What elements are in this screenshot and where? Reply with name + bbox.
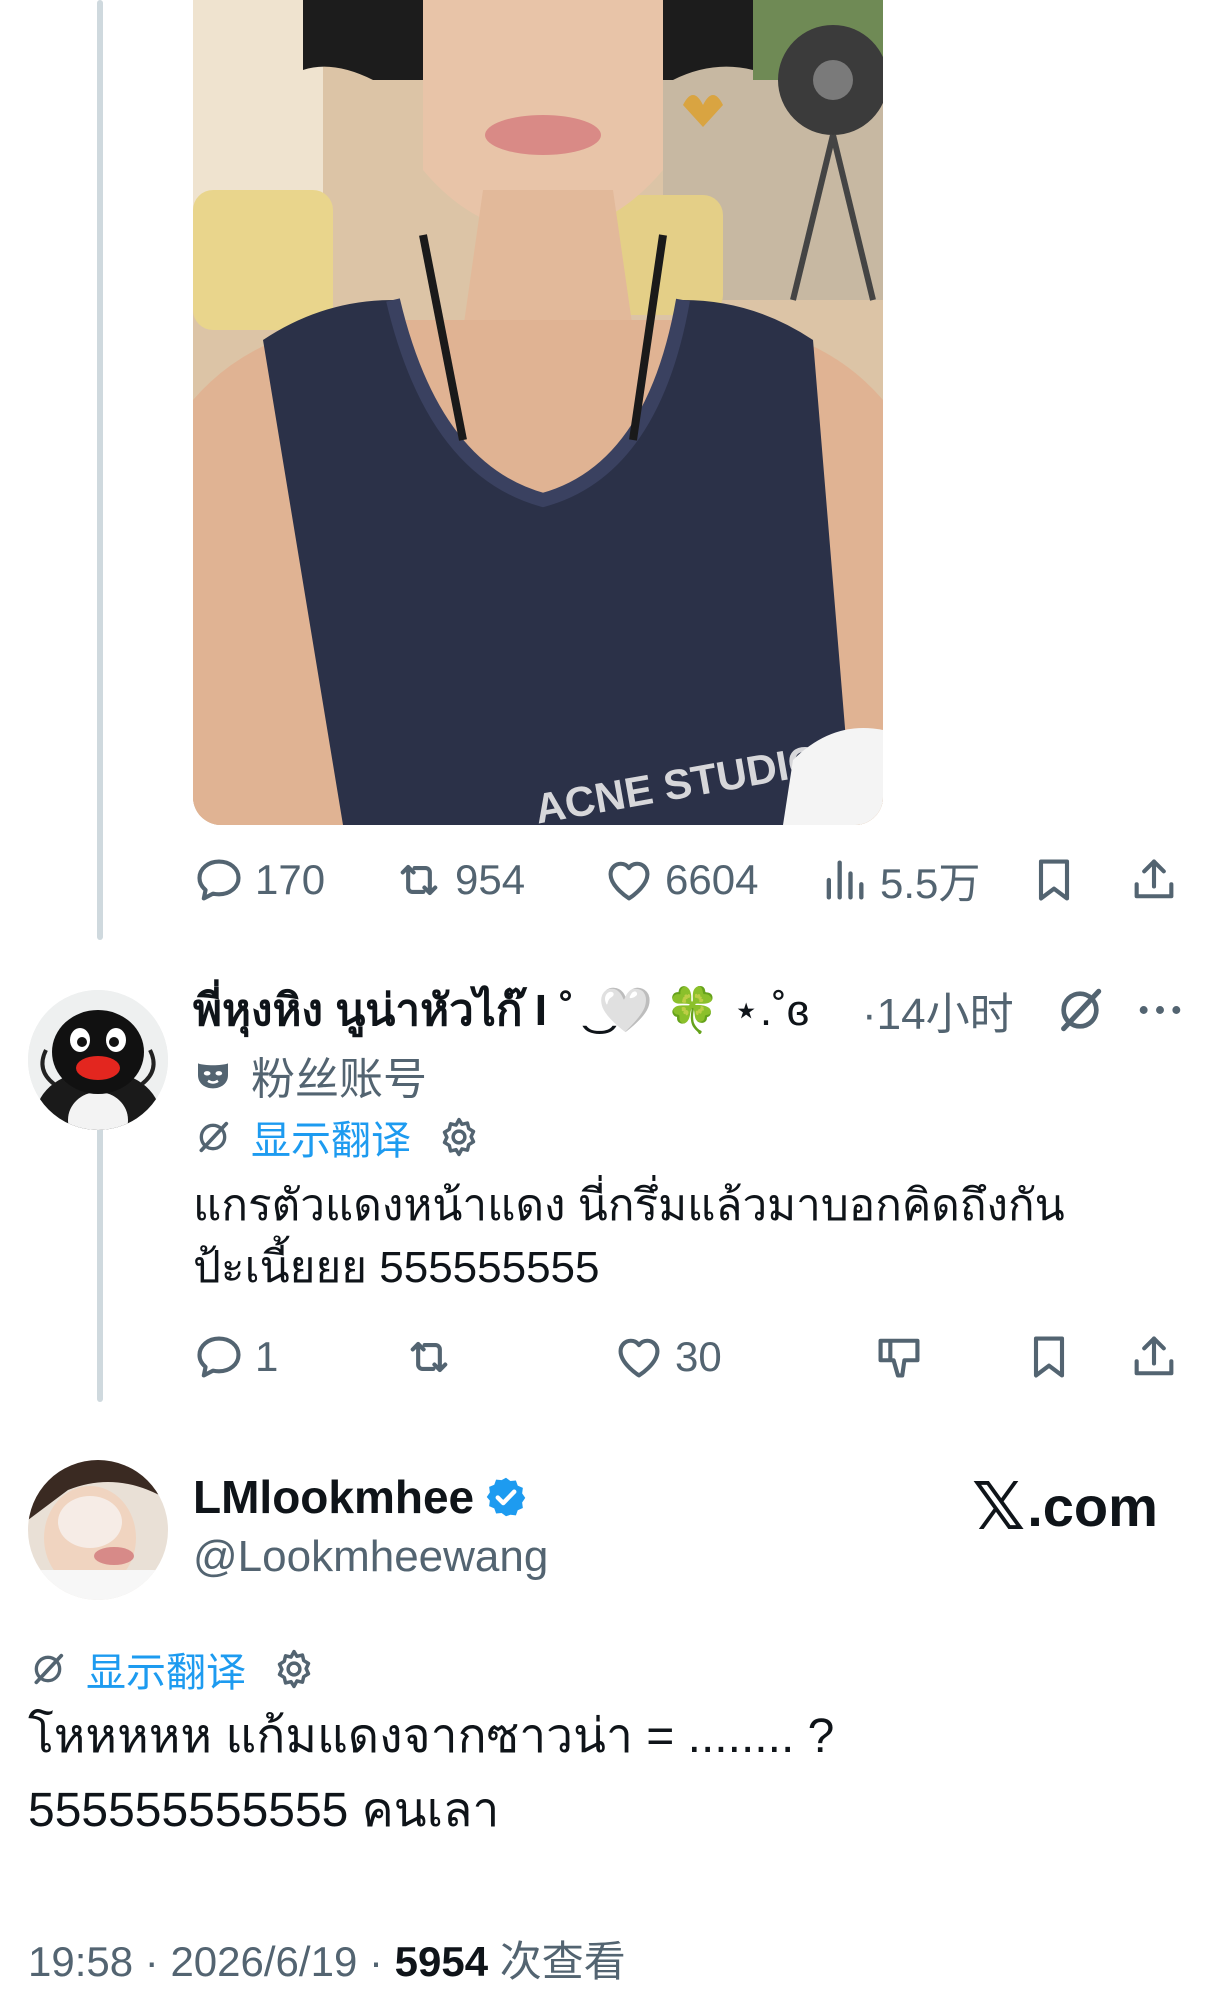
verified-badge-icon [486,1477,526,1517]
settings-gear-icon[interactable] [437,1115,481,1159]
x-brand-label: .com [1027,1475,1158,1538]
grok-slash-icon [199,1121,229,1153]
heart-icon [618,1338,660,1378]
share-icon [1134,859,1174,899]
reply-text: แกรตัวแดงหน้าแดง นี่กรึ่มแล้วมาบอกคิดถึง… [193,1175,1133,1299]
tweet-photo[interactable]: ACNE STUDIOS [193,0,883,825]
views-button[interactable]: 5.5万 [818,845,980,915]
view-count: 5.5万 [880,859,981,907]
main-text-line1: โหหหหห แก้มแดงจากซาวน่า = ........ ? [28,1710,835,1763]
share-button[interactable] [1128,845,1180,915]
retweet-button[interactable]: 954 [393,845,525,915]
main-translate-link[interactable]: 显示翻译 [86,1640,246,1698]
settings-gear-icon[interactable] [272,1647,316,1691]
author-name-text: LMlookmhee [193,1471,475,1523]
thread-line-reply [97,1110,103,1402]
reply-share-button[interactable] [1128,1322,1180,1392]
reply-icon [197,859,241,901]
reply-name-decoration: 🤍 🍀 ⋆.˚ɞ [598,986,810,1035]
like-button[interactable]: 6604 [603,845,758,915]
main-translate-row: 显示翻译 [28,1640,316,1698]
reply-like-button[interactable]: 30 [613,1322,722,1392]
tweet-date[interactable]: 2026/6/19 [170,1938,357,1985]
thread-line-top [97,0,103,940]
reply-display-name[interactable]: พี่หุงหิง นูน่าหัวไก๊ I ˚ ͜ 🤍 🍀 ⋆.˚ɞ [193,975,809,1045]
reply-action-bar: 1 30 [193,1322,1183,1392]
x-logo-icon: 𝕏 [972,1469,1026,1543]
reply-reply-count: 1 [255,1333,279,1380]
tweet-meta: 19:58 · 2026/6/19 · 5954 次查看 [28,1928,626,1989]
bookmark-icon [1038,859,1070,901]
reply-text-line1: แกรตัวแดงหน้าแดง นี่กรึ่มแล้วมาบอกคิดถึง… [193,1181,1065,1230]
reply-like-count: 30 [675,1333,722,1380]
author-display-name[interactable]: LMlookmhee [193,1470,528,1524]
reply-bookmark-button[interactable] [1023,1322,1075,1392]
fan-account-label: 粉丝账号 [251,1055,427,1104]
retweet-icon [410,1341,448,1373]
reply-time[interactable]: ·14小时 [862,978,1014,1042]
tweet-views-count: 5954 [394,1938,489,1985]
heart-icon [608,861,650,901]
tweet-time[interactable]: 19:58 [28,1938,133,1985]
views-chart-icon [826,860,864,900]
more-options-icon[interactable] [1132,982,1188,1038]
reply-text-line2: ป้ะเนี้ยยย 555555555 [193,1243,600,1292]
dislike-button[interactable] [873,1322,925,1392]
fan-account-badge: 粉丝账号 [193,1043,427,1107]
reply-reply-button[interactable]: 1 [193,1322,278,1392]
fan-mask-icon [198,1063,228,1089]
main-tweet-text: โหหหหห แก้มแดงจากซาวน่า = ........ ? 555… [28,1700,1178,1848]
grok-slash-icon [34,1653,64,1685]
tweet-views-label: 次查看 [499,1938,626,1985]
downvote-icon [878,1338,920,1378]
author-avatar[interactable] [28,1460,168,1600]
x-brand-watermark: 𝕏 .com [972,1468,1158,1545]
reply-count: 170 [255,856,326,903]
reply-icon [197,1336,241,1378]
reply-translate-link[interactable]: 显示翻译 [251,1108,411,1166]
reply-avatar[interactable] [28,990,168,1130]
retweet-icon [400,864,438,896]
main-text-line2: 555555555555 คนเลา [28,1784,500,1837]
meta-separator: · [144,1938,159,1985]
like-count: 6604 [665,856,759,903]
tweet-action-bar: 170 954 6604 5.5万 [193,845,1183,915]
reply-display-name-text: พี่หุงหิง นูน่าหัวไก๊ I ˚ ͜ [193,986,587,1035]
bookmark-icon [1033,1336,1065,1378]
reply-button[interactable]: 170 [193,845,325,915]
meta-separator: · [368,1938,383,1985]
grok-slash-icon[interactable] [1052,982,1108,1038]
retweet-count: 954 [455,856,526,903]
reply-retweet-button[interactable] [403,1322,455,1392]
share-icon [1134,1336,1174,1376]
author-handle[interactable]: @Lookmheewang [193,1532,548,1582]
bookmark-button[interactable] [1028,845,1080,915]
reply-translate-row: 显示翻译 [193,1108,481,1166]
